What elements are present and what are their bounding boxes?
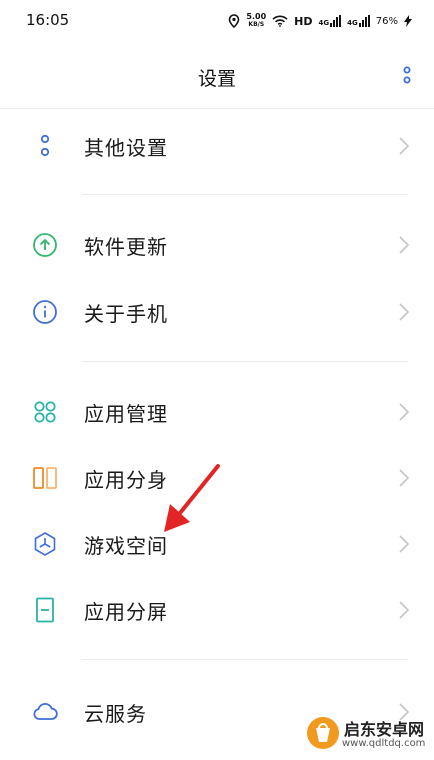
settings-item-label: 其他设置 <box>84 136 168 160</box>
watermark-name: 启东安卓网 <box>344 720 425 739</box>
update-icon <box>33 233 57 257</box>
divider <box>82 659 408 660</box>
chevron-right-icon <box>399 236 410 254</box>
chevron-right-icon <box>399 601 410 619</box>
settings-item-label: 云服务 <box>84 702 147 726</box>
chevron-right-icon <box>399 469 410 487</box>
divider <box>82 194 408 195</box>
hd-indicator: HD <box>294 14 313 28</box>
page-title: 设置 <box>197 68 236 90</box>
app-header: 设置 <box>0 42 434 109</box>
split-screen-icon <box>36 597 54 623</box>
app-grid-icon <box>34 401 56 423</box>
annotation-arrow-icon <box>164 464 220 532</box>
cloud-icon <box>33 702 58 720</box>
app-clone-icon <box>33 467 57 489</box>
settings-item-about[interactable]: 关于手机 <box>0 280 434 344</box>
info-icon <box>33 300 57 324</box>
signal-icon <box>358 15 370 27</box>
signal-2-label: 4G <box>347 19 358 27</box>
game-space-icon <box>34 532 56 556</box>
wifi-icon <box>272 15 288 27</box>
charging-icon <box>404 15 412 27</box>
signal-2: 4G <box>347 15 370 27</box>
settings-item-update[interactable]: 软件更新 <box>0 213 434 277</box>
signal-1: 4G <box>319 15 342 27</box>
chevron-right-icon <box>399 137 410 155</box>
location-icon <box>229 14 240 28</box>
chevron-right-icon <box>399 403 410 421</box>
status-bar: 16:05 5.00 KB/S HD 4G 4G 76% <box>0 0 434 42</box>
divider <box>82 361 408 362</box>
status-icons: 5.00 KB/S HD 4G 4G 76% <box>228 11 412 31</box>
signal-1-label: 4G <box>318 19 330 27</box>
battery-level: 76% <box>375 15 398 27</box>
settings-item-other[interactable]: 其他设置 <box>0 114 434 178</box>
settings-item-split-screen[interactable]: 应用分屏 <box>0 578 434 642</box>
network-speed: 5.00 KB/S <box>246 13 266 29</box>
speed-unit: KB/S <box>248 21 265 28</box>
settings-item-label: 关于手机 <box>84 302 168 326</box>
watermark: 启东安卓网 www.qdltdq.com <box>298 712 434 760</box>
watermark-logo-icon <box>307 717 339 749</box>
settings-item-app-manage[interactable]: 应用管理 <box>0 380 434 444</box>
chevron-right-icon <box>399 535 410 553</box>
status-time: 16:05 <box>26 11 70 29</box>
more-vertical-icon[interactable] <box>400 66 414 86</box>
speed-value: 5.00 <box>246 12 267 21</box>
settings-item-label: 软件更新 <box>84 235 168 259</box>
settings-item-label: 应用分屏 <box>84 600 168 624</box>
watermark-url: www.qdltdq.com <box>342 738 426 749</box>
more-settings-icon <box>40 134 50 157</box>
signal-icon <box>330 15 342 27</box>
chevron-right-icon <box>399 303 410 321</box>
settings-item-label: 应用管理 <box>84 402 168 426</box>
